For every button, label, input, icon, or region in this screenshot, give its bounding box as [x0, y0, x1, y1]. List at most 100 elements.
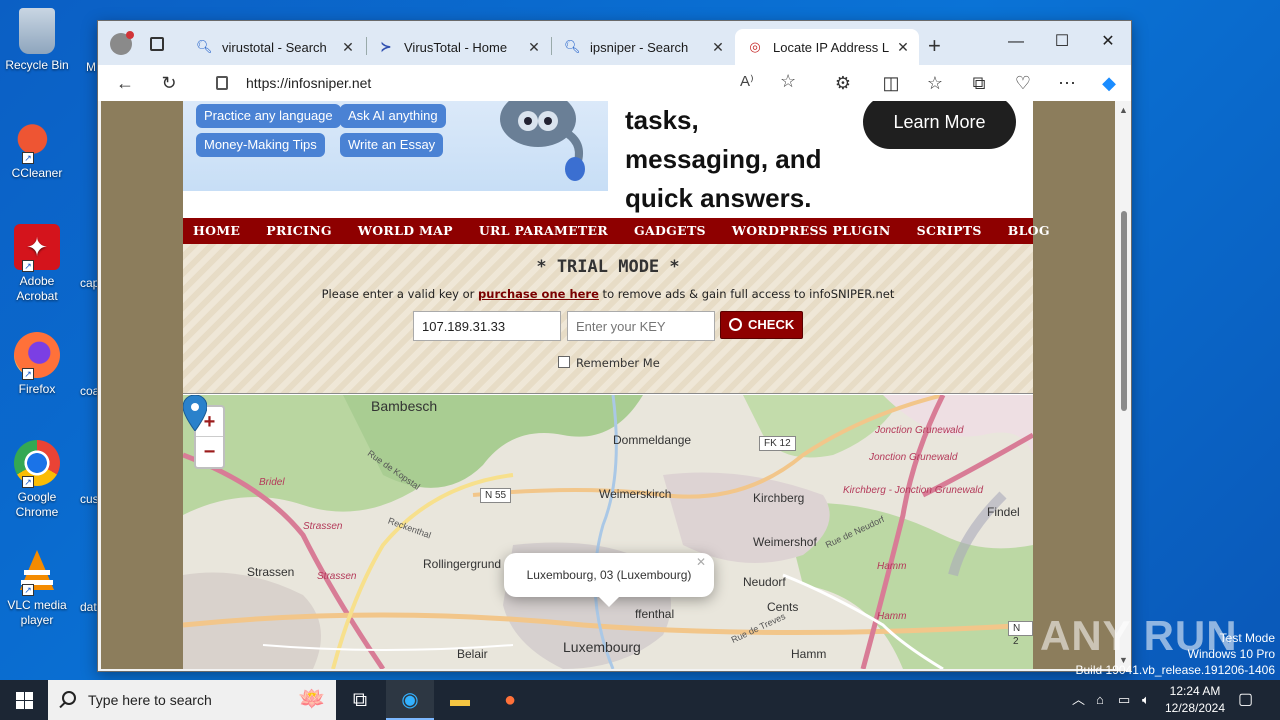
- tab-virustotal-search[interactable]: 🔍︎ virustotal - Search ✕: [184, 29, 364, 65]
- ip-address-input[interactable]: [413, 311, 561, 341]
- file-explorer-icon[interactable]: ▬: [436, 680, 484, 720]
- close-tab-icon[interactable]: ✕: [895, 39, 911, 56]
- map-label: Bridel: [259, 477, 285, 488]
- key-input[interactable]: [567, 311, 715, 341]
- nav-blog[interactable]: BLOG: [1008, 218, 1050, 244]
- map-label: Strassen: [247, 565, 295, 579]
- shortcut-arrow-icon: ↗: [22, 476, 34, 488]
- map-label: Bambesch: [371, 398, 438, 414]
- remember-me[interactable]: Remember Me: [558, 356, 660, 370]
- maximize-icon[interactable]: ☐: [1039, 27, 1085, 57]
- volume-icon[interactable]: 🔈︎: [1142, 680, 1150, 720]
- tab-actions-icon[interactable]: [150, 37, 164, 51]
- learn-more-button[interactable]: Learn More: [863, 101, 1016, 149]
- refresh-icon[interactable]: ↻: [156, 70, 182, 96]
- address-bar[interactable]: https://infosniper.net A⁾ ☆: [200, 68, 810, 98]
- firefox-taskbar-icon[interactable]: ●: [486, 680, 534, 720]
- map-label: Findel: [987, 505, 1020, 519]
- favorites-icon[interactable]: ☆: [922, 70, 948, 96]
- tab-virustotal-home[interactable]: ≻ VirusTotal - Home ✕: [366, 29, 550, 65]
- system-clock[interactable]: 12:24 AM 12/28/2024: [1162, 683, 1228, 717]
- map-label-city: Luxembourg: [563, 639, 641, 655]
- read-aloud-icon[interactable]: A⁾: [740, 72, 754, 90]
- scroll-up-icon[interactable]: ▲: [1119, 105, 1128, 115]
- ad-banner-left[interactable]: Practice any language Ask AI anything Mo…: [183, 101, 608, 191]
- nav-pricing[interactable]: PRICING: [266, 218, 332, 244]
- more-menu-icon[interactable]: ⋯: [1054, 70, 1080, 96]
- nav-gadgets[interactable]: GADGETS: [634, 218, 706, 244]
- ad-pill[interactable]: Ask AI anything: [340, 104, 446, 128]
- lock-icon: [216, 76, 228, 90]
- desktop-icon-label-partial: cus: [80, 492, 99, 506]
- nav-home[interactable]: HOME: [193, 218, 240, 244]
- close-tab-icon[interactable]: ✕: [710, 39, 726, 56]
- remember-me-checkbox[interactable]: [558, 356, 570, 368]
- shortcut-arrow-icon: ↗: [22, 260, 34, 272]
- shortcut-arrow-icon: ↗: [22, 152, 34, 164]
- ad-pill[interactable]: Write an Essay: [340, 133, 444, 157]
- location-map[interactable]: Bambesch Dommeldange N 55 FK 12 Weimersk…: [183, 395, 1033, 669]
- browser-essentials-icon[interactable]: ♡: [1010, 70, 1036, 96]
- desktop-icon-label: Google Chrome: [15, 490, 59, 519]
- tab-strip: 🔍︎ virustotal - Search ✕ ≻ VirusTotal - …: [98, 21, 1131, 65]
- check-button[interactable]: CHECK: [720, 311, 803, 339]
- tab-title: VirusTotal - Home: [404, 39, 508, 55]
- desktop-icon-recycle-bin[interactable]: Recycle Bin: [4, 8, 70, 73]
- zoom-out-icon[interactable]: −: [196, 437, 223, 467]
- extensions-icon[interactable]: ⚙: [830, 70, 856, 96]
- acrobat-icon: ✦ ↗: [14, 224, 60, 272]
- new-tab-plus-icon[interactable]: +: [928, 33, 941, 59]
- start-windows-icon[interactable]: [0, 680, 48, 720]
- nav-world-map[interactable]: WORLD MAP: [358, 218, 453, 244]
- nav-scripts[interactable]: SCRIPTS: [917, 218, 982, 244]
- close-tab-icon[interactable]: ✕: [526, 39, 542, 56]
- ethernet-icon[interactable]: ▭: [1118, 680, 1130, 720]
- collections-icon[interactable]: ⧉: [966, 70, 992, 96]
- profile-avatar-icon[interactable]: [110, 31, 134, 55]
- map-label: Jonction Grunewald: [869, 452, 958, 463]
- ad-pill[interactable]: Practice any language: [196, 104, 341, 128]
- taskbar-search-box[interactable]: Type here to search 🪷: [48, 680, 336, 720]
- tab-locate-ip[interactable]: ◎ Locate IP Address Lool ✕: [735, 29, 919, 65]
- desktop-icon-vlc[interactable]: ↗ VLC media player: [4, 548, 70, 628]
- task-view-icon[interactable]: ⧉: [336, 680, 384, 720]
- close-window-icon[interactable]: ✕: [1085, 27, 1131, 57]
- map-marker-icon[interactable]: [183, 395, 207, 431]
- back-arrow-icon[interactable]: ←: [112, 70, 138, 96]
- show-hidden-icons-chevron-icon[interactable]: ︿: [1072, 680, 1085, 720]
- address-url[interactable]: https://infosniper.net: [246, 75, 371, 91]
- minimize-icon[interactable]: —: [993, 27, 1039, 57]
- desktop-icon-adobe-acrobat[interactable]: ✦ ↗ Adobe Acrobat: [4, 224, 70, 304]
- page-viewport: Practice any language Ask AI anything Mo…: [101, 101, 1115, 669]
- map-label: Weimershof: [753, 535, 817, 549]
- desktop-icon-ccleaner[interactable]: ↗ CCleaner: [4, 116, 70, 181]
- ad-headline-line: quick answers.: [625, 183, 812, 213]
- network-icon[interactable]: ⌂: [1096, 680, 1104, 720]
- search-highlight-icon: 🪷: [298, 686, 326, 711]
- trial-mode-panel: * TRIAL MODE * Please enter a valid key …: [183, 244, 1033, 394]
- desktop-icon-google-chrome[interactable]: ↗ Google Chrome: [4, 440, 70, 520]
- split-screen-icon[interactable]: ◫: [878, 70, 904, 96]
- page-scrollbar[interactable]: ▲ ▼: [1117, 101, 1131, 669]
- tab-ipsniper-search[interactable]: 🔍︎ ipsniper - Search ✕: [552, 29, 734, 65]
- purchase-link[interactable]: purchase one here: [478, 287, 599, 301]
- close-popup-icon[interactable]: ✕: [696, 555, 706, 569]
- map-label: Hamm: [791, 647, 827, 661]
- desktop-icon-label: Adobe Acrobat: [16, 274, 58, 303]
- edge-taskbar-icon[interactable]: ◉: [386, 680, 434, 720]
- close-tab-icon[interactable]: ✕: [340, 39, 356, 56]
- map-label: Neudorf: [743, 575, 786, 589]
- vlc-icon: ↗: [14, 548, 60, 596]
- nav-url-parameter[interactable]: URL PARAMETER: [479, 218, 608, 244]
- desktop-icon-firefox[interactable]: ↗ Firefox: [4, 332, 70, 397]
- favorite-star-icon[interactable]: ☆: [780, 71, 796, 92]
- tab-title: ipsniper - Search: [590, 39, 689, 55]
- map-label: Kirchberg: [753, 491, 805, 505]
- scrollbar-thumb[interactable]: [1121, 211, 1127, 411]
- notification-center-icon[interactable]: ▢: [1238, 680, 1253, 720]
- nav-wordpress-plugin[interactable]: WORDPRESS PLUGIN: [732, 218, 891, 244]
- ad-headline[interactable]: tasks, messaging, and quick answers.: [625, 101, 822, 218]
- ad-pill[interactable]: Money-Making Tips: [196, 133, 325, 157]
- copilot-icon[interactable]: ◆: [1096, 70, 1122, 96]
- desktop-icon-label: Firefox: [18, 382, 56, 396]
